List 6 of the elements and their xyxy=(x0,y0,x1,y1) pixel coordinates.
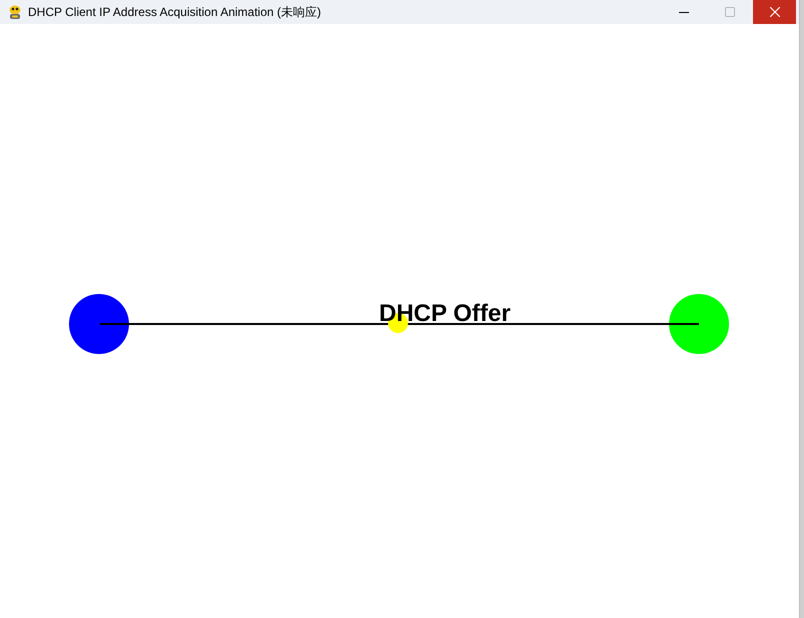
maximize-icon xyxy=(725,7,735,17)
close-icon xyxy=(770,7,780,17)
cartoon-face-icon xyxy=(8,4,22,20)
packet-label: DHCP Offer xyxy=(379,305,511,323)
window-title: DHCP Client IP Address Acquisition Animation (未响应) xyxy=(28,6,322,18)
close-button[interactable] xyxy=(753,0,796,24)
